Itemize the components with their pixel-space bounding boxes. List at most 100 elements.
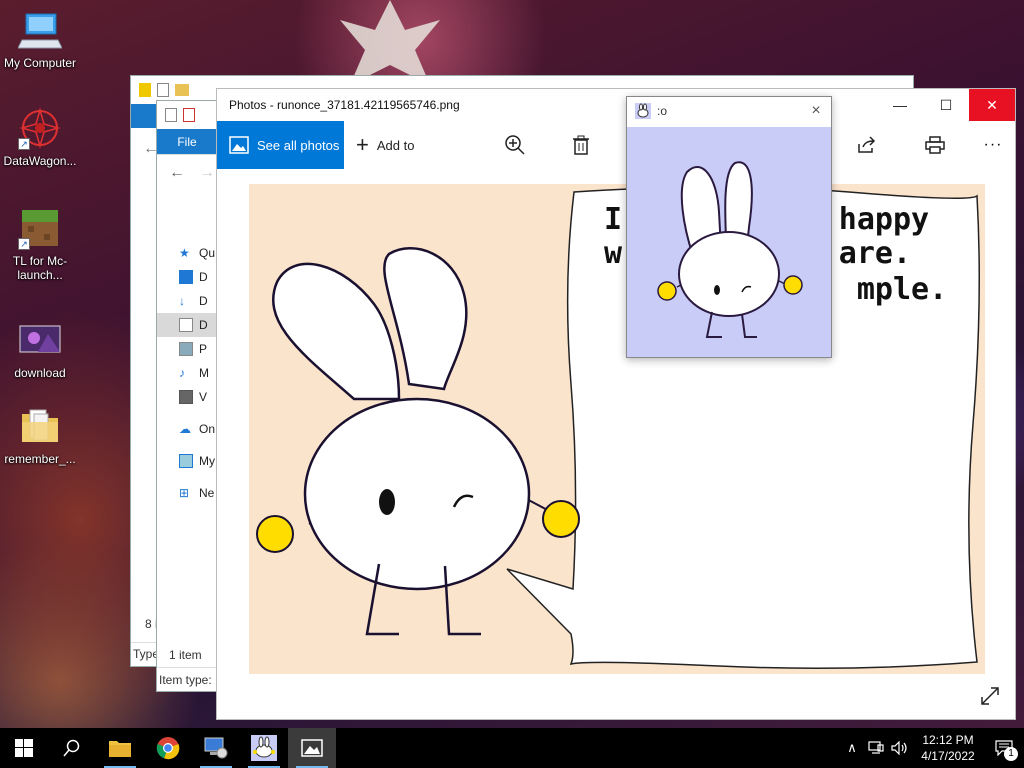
properties-icon (157, 83, 169, 97)
video-icon (179, 390, 193, 404)
nav-item-this-pc[interactable]: My (157, 449, 217, 473)
action-center-button[interactable]: 1 (984, 728, 1024, 768)
folder-icon (18, 404, 62, 448)
nav-item-pictures[interactable]: P (157, 337, 217, 361)
notification-count-badge: 1 (1004, 747, 1018, 761)
print-button[interactable] (921, 131, 949, 159)
desktop-icon-label: My Computer (3, 56, 77, 70)
document-icon (179, 318, 193, 332)
windows-logo-icon (15, 739, 33, 757)
clock-date: 4/17/2022 (921, 749, 975, 763)
taskbar-bunny[interactable] (240, 728, 288, 768)
bunny-body (303, 397, 531, 591)
desktop-icon-label: download (14, 366, 66, 380)
search-icon (63, 739, 80, 757)
see-all-photos-button[interactable]: See all photos (217, 121, 344, 169)
desktop-icon-my-computer[interactable]: My Computer (0, 8, 80, 70)
start-button[interactable] (0, 728, 48, 768)
network-icon: ⊞ (179, 486, 190, 500)
nav-item-label: V (199, 390, 208, 404)
system-tray: ∧ 12:12 PM 4/17/2022 1 (840, 728, 1024, 768)
network-tray-button[interactable] (864, 728, 888, 768)
window-title: Photos - runonce_37181.42119565746.png (229, 98, 460, 112)
nav-item-label: Ne (199, 486, 215, 500)
onedrive-icon: ☁ (179, 422, 191, 436)
popup-titlebar[interactable]: :o × (627, 97, 831, 125)
nav-item-documents[interactable]: D (157, 313, 217, 337)
photos-titlebar[interactable]: Photos - runonce_37181.42119565746.png —… (217, 89, 1015, 121)
zoom-in-icon (505, 135, 525, 155)
nav-item-label: P (199, 342, 208, 356)
desktop-icon-tl-launcher[interactable]: ↗ TL for Mc-launch... (0, 206, 80, 282)
desktop-icon-datawagon[interactable]: ↗ DataWagon... (0, 106, 80, 168)
nav-item-music[interactable]: ♪ M (157, 361, 217, 385)
desktop-icon-remember[interactable]: remember_... (0, 404, 80, 466)
network-icon (868, 741, 884, 754)
this-pc-icon (179, 454, 193, 468)
share-button[interactable] (853, 131, 881, 159)
minimize-button[interactable]: — (877, 89, 923, 121)
trash-icon (573, 135, 589, 155)
fullscreen-button[interactable] (979, 685, 1003, 709)
image-file-icon (18, 318, 62, 362)
volume-icon (891, 741, 907, 755)
nav-item-downloads[interactable]: ↓ D (157, 289, 217, 313)
nav-item-desktop[interactable]: D (157, 265, 217, 289)
share-icon (858, 136, 876, 153)
delete-button[interactable] (567, 131, 595, 159)
photo-gallery-icon (229, 136, 249, 154)
bunny-illustration (657, 161, 803, 338)
desktop-icon-label: TL for Mc-launch... (12, 254, 68, 282)
taskbar-chrome[interactable] (144, 728, 192, 768)
network-settings-icon (204, 737, 228, 759)
clock-time: 12:12 PM (922, 733, 974, 747)
nav-item-label: M (199, 366, 209, 380)
taskbar-explorer[interactable] (96, 728, 144, 768)
forward-arrow-icon[interactable]: → (199, 164, 215, 182)
search-button[interactable] (48, 728, 96, 768)
print-icon (925, 136, 945, 154)
expand-icon (981, 687, 999, 705)
taskbar-photos[interactable] (288, 728, 336, 768)
nav-item-network[interactable]: ⊞ Ne (157, 481, 217, 505)
add-to-label: Add to (376, 137, 415, 153)
popup-title: :o (657, 104, 668, 118)
chrome-icon (156, 737, 180, 760)
desktop-icon-label: remember_... (4, 452, 76, 466)
show-hidden-icons-button[interactable]: ∧ (840, 728, 864, 768)
shortcut-arrow-icon: ↗ (18, 238, 30, 250)
taskbar-control-panel[interactable] (192, 728, 240, 768)
close-button[interactable]: ✕ (969, 89, 1015, 121)
nav-item-label: On (199, 422, 216, 436)
photo-canvas[interactable]: I happy w gs are. mple. (249, 184, 985, 674)
nav-item-label: Qu (199, 246, 216, 260)
bunny-eye (379, 489, 395, 515)
download-icon: ↓ (179, 294, 185, 308)
popup-close-button[interactable]: × (807, 102, 825, 120)
checkmark-icon (183, 108, 195, 122)
photos-window[interactable]: Photos - runonce_37181.42119565746.png —… (216, 88, 1016, 720)
music-icon: ♪ (179, 366, 185, 380)
back-arrow-icon[interactable]: ← (169, 164, 185, 182)
nav-item-onedrive[interactable]: ☁ On (157, 417, 217, 441)
nav-item-quick-access[interactable]: ★ Qu (157, 241, 217, 265)
add-to-button[interactable]: + Add to (356, 134, 415, 156)
shortcut-arrow-icon: ↗ (18, 138, 30, 150)
desktop-icon-download[interactable]: download (0, 318, 80, 380)
bunny-icon (635, 103, 651, 119)
bunny-icon (251, 735, 277, 761)
desktop-icon-label: DataWagon... (3, 154, 77, 168)
see-all-photos-label: See all photos (257, 137, 340, 153)
bunny-left-ear (272, 262, 401, 401)
file-tab[interactable]: File (157, 129, 217, 154)
properties-icon (165, 108, 177, 122)
star-icon: ★ (179, 246, 190, 260)
volume-button[interactable] (888, 728, 912, 768)
maximize-button[interactable]: ☐ (923, 89, 969, 121)
more-options-button[interactable]: ··· (979, 131, 1007, 159)
zoom-button[interactable] (501, 131, 529, 159)
bunny-popup-window[interactable]: :o × (626, 96, 832, 358)
taskbar: ∧ 12:12 PM 4/17/2022 1 (0, 728, 1024, 768)
clock[interactable]: 12:12 PM 4/17/2022 (912, 732, 984, 764)
nav-item-videos[interactable]: V (157, 385, 217, 409)
